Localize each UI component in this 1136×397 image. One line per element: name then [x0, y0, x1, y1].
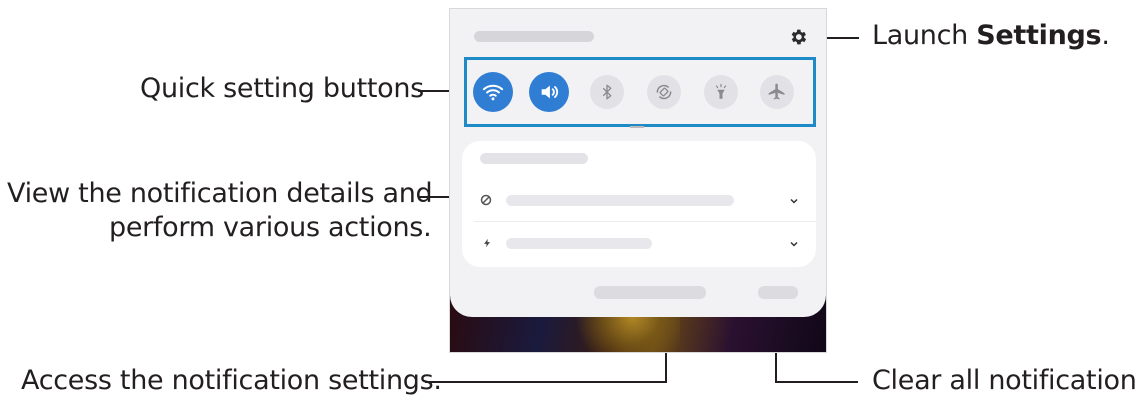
- notif-details-callout-line1: View the notification details and: [7, 178, 433, 209]
- notification-item-2[interactable]: [462, 223, 816, 265]
- wifi-toggle[interactable]: [473, 72, 513, 112]
- notification-card-title: [480, 153, 588, 164]
- bluetooth-toggle[interactable]: [590, 75, 624, 109]
- app-notification-icon: [480, 194, 492, 206]
- notif-details-callout-line2: perform various actions.: [109, 212, 432, 243]
- notif-settings-callout: Access the notification settings.: [21, 365, 442, 396]
- notification-settings-button[interactable]: [594, 286, 706, 299]
- notif-settings-leader-line-h: [425, 381, 667, 383]
- notification-divider: [474, 221, 816, 222]
- charging-bolt-icon: [484, 238, 490, 248]
- chevron-down-icon[interactable]: [788, 195, 800, 207]
- panel-header-text: [474, 31, 594, 42]
- sound-toggle[interactable]: [529, 72, 569, 112]
- notification-item-2-text: [506, 238, 652, 249]
- flashlight-icon: [715, 83, 727, 99]
- clear-all-callout: Clear all notifications.: [872, 365, 1136, 396]
- auto-rotate-toggle[interactable]: [647, 75, 681, 109]
- chevron-down-icon[interactable]: [788, 238, 800, 250]
- notification-card: [462, 141, 816, 267]
- bluetooth-icon: [602, 84, 612, 100]
- clear-all-button[interactable]: [758, 286, 798, 299]
- panel-drag-handle[interactable]: [630, 126, 644, 128]
- clear-all-leader-line-h: [775, 381, 858, 383]
- quick-settings-row: [464, 57, 816, 127]
- notification-panel: [450, 9, 826, 317]
- settings-gear-icon[interactable]: [788, 27, 808, 47]
- launch-settings-callout: Launch Settings.: [872, 20, 1110, 51]
- airplane-mode-icon: [768, 83, 785, 100]
- auto-rotate-icon: [656, 84, 672, 100]
- notification-item-1-text: [506, 195, 734, 206]
- phone-screen: [449, 8, 827, 353]
- flashlight-toggle[interactable]: [704, 75, 738, 109]
- quick-settings-callout: Quick setting buttons: [140, 73, 424, 104]
- wifi-icon: [482, 84, 504, 101]
- notification-item-1[interactable]: [462, 179, 816, 221]
- airplane-mode-toggle[interactable]: [760, 75, 794, 109]
- sound-icon: [541, 85, 559, 99]
